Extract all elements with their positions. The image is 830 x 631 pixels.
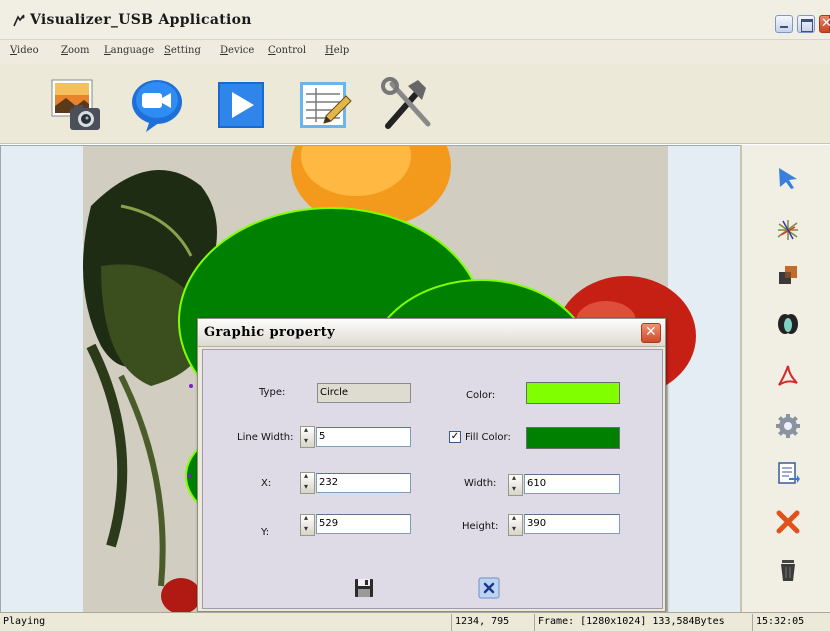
spotlight-icon[interactable] — [775, 311, 801, 337]
x-spinner[interactable] — [300, 471, 315, 494]
menu-video[interactable]: Video — [10, 45, 39, 56]
menu-control[interactable]: Control — [268, 45, 306, 56]
height-spinner[interactable] — [508, 513, 523, 536]
scatter-lines-icon[interactable] — [775, 217, 801, 243]
play-icon[interactable] — [212, 76, 270, 134]
title-bar: Visualizer_USB Application — [0, 0, 830, 40]
height-label: Height: — [462, 521, 499, 532]
x-input[interactable]: 232 — [316, 473, 411, 493]
close-window-button[interactable] — [819, 15, 830, 33]
x-label: X: — [261, 478, 272, 489]
app-logo-icon — [13, 14, 25, 27]
menu-help[interactable]: Help — [325, 45, 349, 56]
edit-sheet-icon[interactable] — [296, 76, 354, 134]
menu-setting[interactable]: Setting — [164, 45, 201, 56]
tools-icon[interactable] — [378, 76, 436, 134]
dialog-close-button[interactable] — [641, 323, 661, 343]
graphic-property-dialog: Graphic property Type: Circle Line Width… — [197, 318, 666, 612]
video-record-icon[interactable] — [128, 76, 186, 134]
dialog-body: Type: Circle Line Width: 5 X: 232 Y: 529… — [202, 349, 663, 609]
shapes-icon[interactable] — [775, 263, 801, 289]
window-title: Visualizer_USB Application — [30, 12, 252, 28]
dialog-title-bar: Graphic property — [198, 319, 665, 347]
status-time: 15:32:05 — [752, 614, 830, 631]
type-field: Circle — [317, 383, 411, 403]
dialog-title: Graphic property — [204, 325, 336, 340]
width-label: Width: — [464, 478, 497, 489]
tool-sidebar — [740, 145, 830, 612]
pdf-icon[interactable] — [775, 363, 801, 389]
y-label: Y: — [261, 527, 270, 538]
maximize-button[interactable] — [797, 15, 815, 33]
fill-color-checkbox[interactable]: ✓ — [449, 431, 461, 443]
menu-device[interactable]: Device — [220, 45, 254, 56]
y-spinner[interactable] — [300, 513, 315, 536]
width-input[interactable]: 610 — [524, 474, 620, 494]
trash-icon[interactable] — [775, 557, 801, 583]
line-width-label: Line Width: — [237, 432, 294, 443]
camera-photo-icon[interactable] — [46, 76, 104, 134]
line-width-spinner[interactable] — [300, 425, 315, 448]
cancel-button[interactable] — [478, 577, 500, 599]
main-toolbar — [0, 64, 830, 144]
height-input[interactable]: 390 — [524, 514, 620, 534]
line-color-swatch[interactable] — [526, 382, 620, 404]
status-coords: 1234, 795 — [451, 614, 533, 631]
status-state: Playing — [3, 616, 46, 627]
fill-color-label: Fill Color: — [465, 432, 511, 443]
width-spinner[interactable] — [508, 473, 523, 496]
menu-zoom[interactable]: Zoom — [61, 45, 89, 56]
type-label: Type: — [259, 387, 286, 398]
settings-gear-icon[interactable] — [775, 413, 801, 439]
select-arrow-icon[interactable] — [775, 165, 801, 191]
line-width-input[interactable]: 5 — [316, 427, 411, 447]
fill-color-swatch[interactable] — [526, 427, 620, 449]
export-sheet-icon[interactable] — [775, 460, 801, 486]
save-button[interactable] — [353, 577, 375, 599]
y-input[interactable]: 529 — [316, 514, 411, 534]
status-frame-info: Frame: [1280x1024] 133,584Bytes — [534, 614, 752, 631]
menu-bar: Video Zoom Language Setting Device Contr… — [0, 40, 830, 64]
minimize-button[interactable] — [775, 15, 793, 33]
status-bar: Playing 1234, 795 Frame: [1280x1024] 133… — [0, 612, 830, 631]
menu-language[interactable]: Language — [104, 45, 154, 56]
color-label: Color: — [466, 390, 496, 401]
delete-x-icon[interactable] — [775, 509, 801, 535]
